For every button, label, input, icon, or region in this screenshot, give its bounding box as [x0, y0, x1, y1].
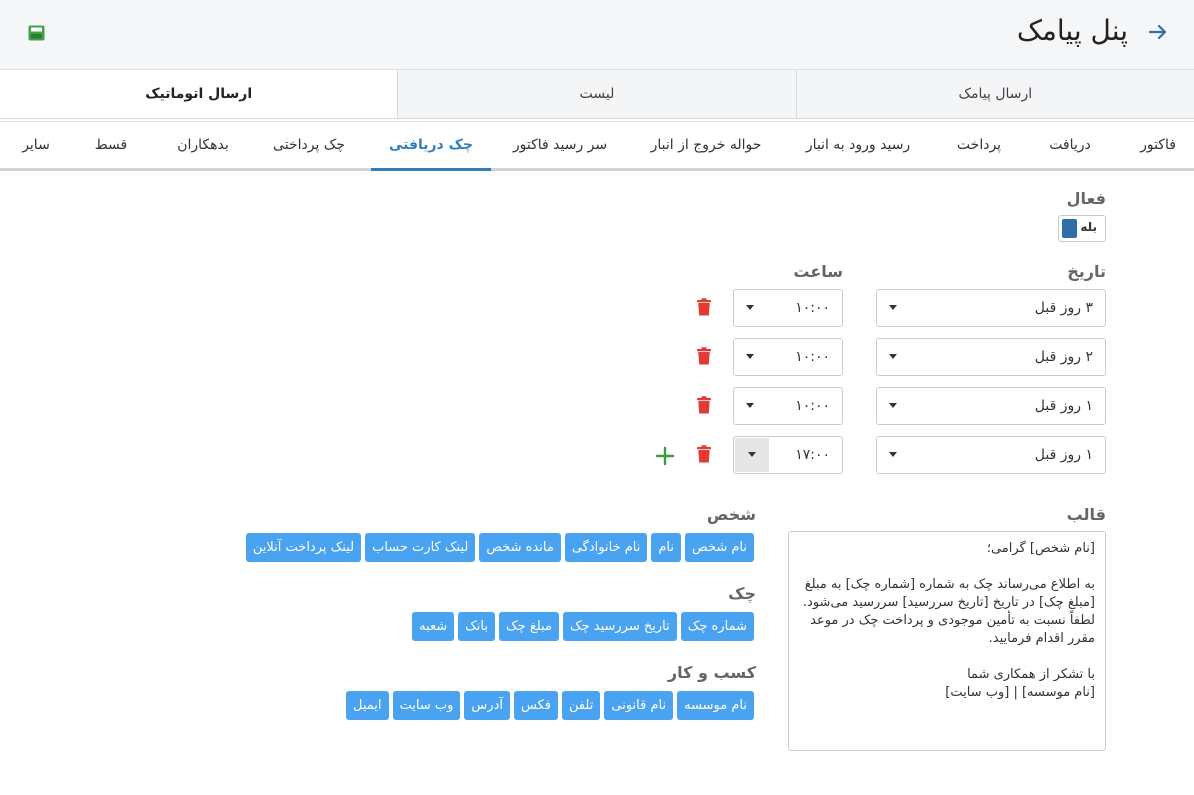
placeholder-chip[interactable]: تلفن	[561, 691, 601, 720]
active-label: فعال	[1066, 189, 1106, 208]
placeholder-chip[interactable]: وب سایت	[392, 691, 461, 720]
toggle-knob	[1062, 219, 1077, 238]
placeholder-chip[interactable]: مانده شخص	[479, 533, 561, 562]
date-select-value: ۱ روز قبل	[1034, 398, 1093, 414]
active-toggle[interactable]: بله	[1058, 215, 1106, 242]
tab-auto-send[interactable]: ارسال اتوماتیک	[0, 70, 398, 118]
placeholder-chip[interactable]: نام	[651, 533, 682, 562]
group-label: شخص	[706, 505, 756, 524]
placeholder-chip[interactable]: آدرس	[464, 691, 510, 720]
time-select[interactable]: ۱۰:۰۰	[733, 387, 843, 425]
sub-tabs: فاکتور دریافت پرداخت رسید ورود به انبار …	[0, 121, 1194, 171]
template-label: قالب	[1066, 505, 1106, 524]
group-label: چک	[728, 584, 756, 603]
placeholder-chip[interactable]: فکس	[513, 691, 558, 720]
placeholder-chip[interactable]: لینک کارت حساب	[365, 533, 476, 562]
subtab-warehouse-receipt[interactable]: رسید ورود به انبار	[792, 122, 924, 168]
subtab-other[interactable]: سایر	[8, 122, 64, 168]
placeholder-chip[interactable]: لینک پرداخت آنلاین	[245, 533, 362, 562]
time-select[interactable]: ۱۰:۰۰	[733, 289, 843, 327]
chevron-down-icon	[746, 403, 754, 408]
subtab-invoice-due[interactable]: سر رسید فاکتور	[500, 122, 620, 168]
placeholder-chip[interactable]: شعبه	[412, 612, 455, 641]
page-title: پنل پیامک	[1016, 14, 1128, 47]
time-select[interactable]: ۱۷:۰۰	[733, 436, 843, 474]
placeholder-chip[interactable]: نام شخص	[685, 533, 754, 562]
trash-icon[interactable]	[696, 396, 712, 414]
chevron-down-icon	[889, 305, 897, 310]
arrow-right-icon[interactable]	[1146, 20, 1170, 44]
tab-send-sms[interactable]: ارسال پیامک	[795, 70, 1194, 118]
template-textarea[interactable]: [نام شخص] گرامی؛ به اطلاع می‌رساند چک به…	[788, 531, 1106, 751]
subtab-debtors[interactable]: بدهکاران	[160, 122, 246, 168]
chip-group-check: شماره چک تاریخ سررسید چک مبلغ چک بانک شع…	[194, 612, 754, 641]
chip-group-business: نام موسسه نام قانونی تلفن فکس آدرس وب سا…	[194, 691, 754, 720]
placeholder-chip[interactable]: بانک	[458, 612, 496, 641]
trash-icon[interactable]	[696, 445, 712, 463]
subtab-paid-check[interactable]: چک پرداختی	[256, 122, 362, 168]
date-label: تاریخ	[1067, 262, 1106, 281]
placeholder-chip[interactable]: شماره چک	[680, 612, 754, 641]
date-select[interactable]: ۲ روز قبل	[876, 338, 1106, 376]
placeholder-chip[interactable]: مبلغ چک	[499, 612, 559, 641]
chevron-down-icon	[889, 403, 897, 408]
subtab-received-check[interactable]: چک دریافتی	[371, 122, 491, 171]
time-select[interactable]: ۱۰:۰۰	[733, 338, 843, 376]
subtab-receive[interactable]: دریافت	[1030, 122, 1110, 168]
trash-icon[interactable]	[696, 347, 712, 365]
date-select[interactable]: ۳ روز قبل	[876, 289, 1106, 327]
tab-list[interactable]: لیست	[397, 70, 795, 118]
chevron-down-icon	[746, 354, 754, 359]
placeholder-chip[interactable]: تاریخ سررسید چک	[562, 612, 677, 641]
toggle-text: بله	[1080, 220, 1097, 234]
date-select[interactable]: ۱ روز قبل	[876, 387, 1106, 425]
subtab-invoice[interactable]: فاکتور	[1122, 122, 1194, 168]
subtab-installment[interactable]: قسط	[80, 122, 142, 168]
save-icon[interactable]	[28, 25, 45, 41]
date-select-value: ۱ روز قبل	[1034, 447, 1093, 463]
chevron-down-icon	[748, 452, 756, 457]
chip-group-person: نام شخص نام نام خانوادگی مانده شخص لینک …	[194, 533, 754, 562]
time-select-value: ۱۷:۰۰	[795, 447, 830, 463]
main-tabs: ارسال پیامک لیست ارسال اتوماتیک	[0, 70, 1194, 119]
time-label: ساعت	[793, 262, 843, 281]
placeholder-chip[interactable]: نام خانوادگی	[564, 533, 648, 562]
time-select-value: ۱۰:۰۰	[795, 398, 830, 414]
placeholder-chip[interactable]: نام موسسه	[677, 691, 754, 720]
group-label: کسب و کار	[667, 663, 756, 682]
date-select-value: ۳ روز قبل	[1034, 300, 1093, 316]
subtab-payment[interactable]: پرداخت	[936, 122, 1022, 168]
time-select-value: ۱۰:۰۰	[795, 349, 830, 365]
subtab-warehouse-exit[interactable]: حواله خروج از انبار	[632, 122, 780, 168]
header: پنل پیامک	[0, 0, 1194, 70]
chevron-down-icon	[746, 305, 754, 310]
date-select[interactable]: ۱ روز قبل	[876, 436, 1106, 474]
date-select-value: ۲ روز قبل	[1034, 349, 1093, 365]
placeholder-chip[interactable]: ایمیل	[346, 691, 389, 720]
plus-icon[interactable]	[655, 446, 675, 466]
time-select-value: ۱۰:۰۰	[795, 300, 830, 316]
chevron-down-icon	[889, 452, 897, 457]
trash-icon[interactable]	[696, 298, 712, 316]
chevron-down-icon	[889, 354, 897, 359]
placeholder-chip[interactable]: نام قانونی	[604, 691, 674, 720]
